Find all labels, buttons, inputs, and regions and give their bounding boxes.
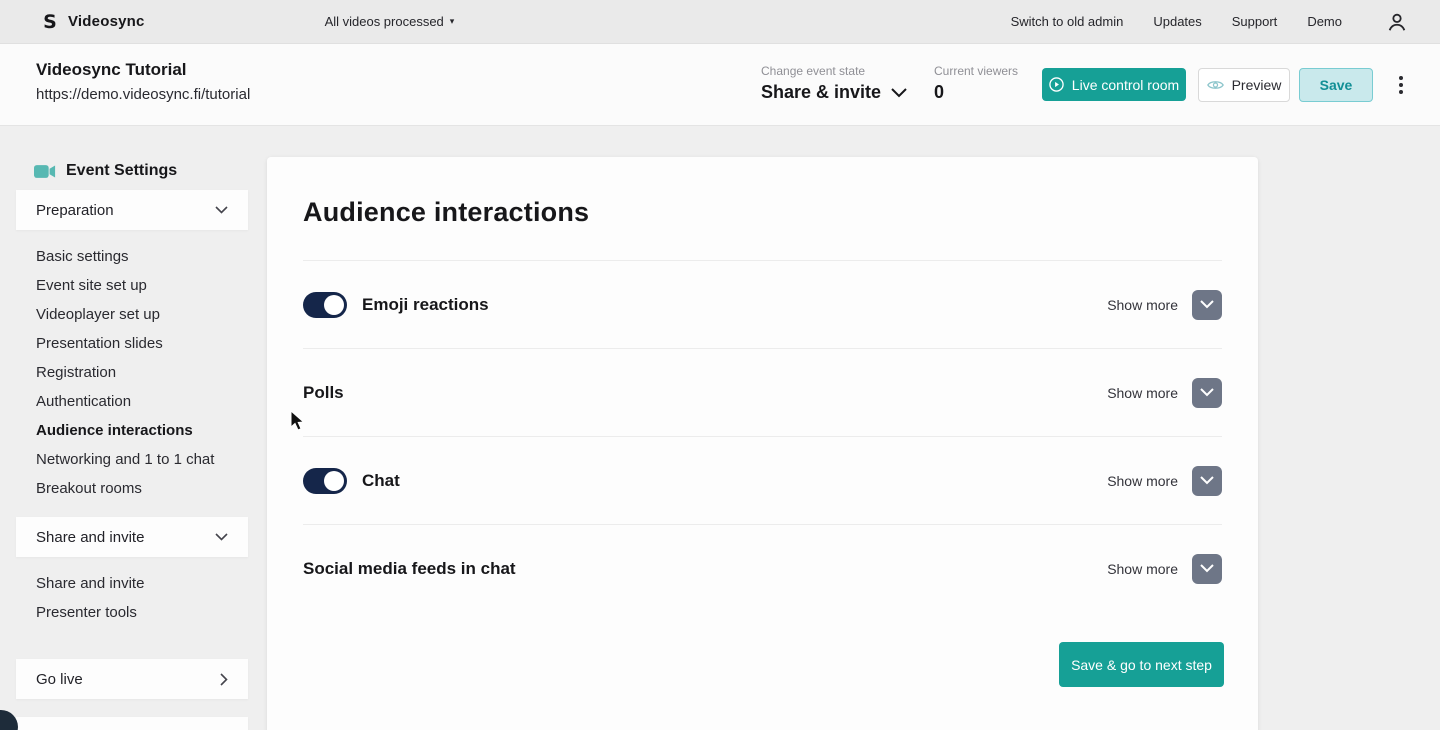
brand-logo-icon: S (43, 12, 57, 32)
svg-text:S: S (43, 12, 57, 32)
row-emoji-reactions: Emoji reactions Show more (303, 260, 1222, 348)
chat-toggle[interactable] (303, 467, 347, 494)
row-label: Polls (303, 382, 344, 402)
save-button-label: Save (1319, 77, 1353, 93)
show-more-link[interactable]: Show more (1107, 385, 1178, 401)
sidebar-item-videoplayer-set-up[interactable]: Videoplayer set up (16, 300, 248, 329)
sidebar-item-audience-interactions[interactable]: Audience interactions (16, 416, 248, 445)
page-title: Videosync Tutorial (36, 60, 187, 79)
preview-button[interactable]: Preview (1198, 68, 1290, 102)
expand-button[interactable] (1192, 377, 1222, 408)
save-and-next-step-button[interactable]: Save & go to next step (1059, 642, 1224, 687)
link-support[interactable]: Support (1232, 14, 1278, 29)
event-title-block: Videosync Tutorial https://demo.videosyn… (36, 60, 250, 103)
current-viewers-block: Current viewers 0 (934, 64, 1018, 103)
eye-icon (1206, 81, 1224, 89)
viewers-label: Current viewers (934, 64, 1019, 78)
section-label: Preparation (36, 201, 114, 219)
account-button[interactable] (1386, 11, 1408, 33)
panel-title: Audience interactions (303, 197, 590, 227)
user-icon (1388, 13, 1406, 31)
chevron-down-icon (891, 87, 907, 97)
event-url[interactable]: https://demo.videosync.fi/tutorial (36, 86, 250, 103)
section-label: Go live (36, 670, 83, 688)
emoji-reactions-toggle[interactable] (303, 291, 347, 318)
feature-rows: Emoji reactions Show more Polls Show mor… (303, 260, 1222, 612)
video-camera-icon (34, 164, 56, 178)
show-more-link[interactable]: Show more (1107, 473, 1178, 489)
expand-button[interactable] (1192, 465, 1222, 496)
videos-processed-label: All videos processed (324, 14, 444, 29)
topbar: S Videosync All videos processed ▾ Switc… (0, 0, 1440, 44)
sidebar-section-edit[interactable]: Edit (16, 717, 248, 730)
more-options-kebab-icon[interactable] (1391, 68, 1411, 102)
chevron-down-icon (215, 206, 228, 214)
sidebar-item-breakout-rooms[interactable]: Breakout rooms (16, 474, 248, 503)
sidebar-title: Event Settings (16, 150, 248, 190)
expand-button[interactable] (1192, 289, 1222, 320)
event-state-block: Change event state Share & invite (761, 64, 907, 103)
share-invite-items: Share and invite Presenter tools (16, 557, 248, 641)
sidebar-item-basic-settings[interactable]: Basic settings (16, 242, 248, 271)
row-chat: Chat Show more (303, 436, 1222, 524)
sidebar-section-preparation[interactable]: Preparation (16, 190, 248, 230)
chevron-down-icon (1200, 476, 1214, 485)
save-button[interactable]: Save (1299, 68, 1373, 102)
sidebar-title-label: Event Settings (66, 162, 178, 179)
sidebar-item-presenter-tools[interactable]: Presenter tools (16, 598, 248, 627)
section-label: Share and invite (36, 528, 145, 546)
topbar-links: Switch to old admin Updates Support Demo (1011, 11, 1408, 33)
chevron-down-icon (1200, 300, 1214, 309)
sidebar-item-event-site-set-up[interactable]: Event site set up (16, 271, 248, 300)
live-control-room-button[interactable]: Live control room (1042, 68, 1186, 101)
toggle-knob (324, 470, 344, 491)
chevron-down-icon (1200, 388, 1214, 397)
sidebar-item-authentication[interactable]: Authentication (16, 387, 248, 416)
play-circle-icon (1049, 77, 1064, 92)
row-label: Chat (362, 470, 400, 490)
event-state-label: Change event state (761, 64, 866, 78)
event-state-dropdown[interactable]: Share & invite (761, 82, 907, 103)
sidebar-item-networking-1to1-chat[interactable]: Networking and 1 to 1 chat (16, 445, 248, 474)
caret-down-icon: ▾ (449, 16, 455, 26)
link-updates[interactable]: Updates (1153, 14, 1201, 29)
chevron-down-icon (215, 533, 228, 541)
event-header: Videosync Tutorial https://demo.videosyn… (0, 44, 1440, 126)
chevron-down-icon (1200, 564, 1214, 573)
event-state-value: Share & invite (761, 82, 882, 102)
show-more-link[interactable]: Show more (1107, 561, 1178, 577)
panel-header: Audience interactions (267, 157, 1258, 260)
sidebar-item-registration[interactable]: Registration (16, 358, 248, 387)
audience-interactions-panel: Audience interactions Emoji reactions Sh… (267, 157, 1258, 730)
live-button-label: Live control room (1071, 76, 1180, 93)
toggle-knob (324, 294, 344, 315)
row-label: Emoji reactions (362, 294, 489, 314)
show-more-link[interactable]: Show more (1107, 297, 1178, 313)
row-label: Social media feeds in chat (303, 558, 516, 578)
link-demo[interactable]: Demo (1307, 14, 1342, 29)
brand-name: Videosync (68, 13, 145, 30)
videos-processed-dropdown[interactable]: All videos processed ▾ (325, 14, 455, 29)
link-switch-old-admin[interactable]: Switch to old admin (1011, 14, 1124, 29)
sidebar: Event Settings Preparation Basic setting… (16, 150, 248, 730)
save-next-label: Save & go to next step (1071, 656, 1212, 673)
panel-footer: Save & go to next step (267, 642, 1224, 687)
preview-button-label: Preview (1231, 77, 1282, 93)
sidebar-section-go-live[interactable]: Go live (16, 659, 248, 699)
preparation-items: Basic settings Event site set up Videopl… (16, 230, 248, 517)
row-social-media-feeds: Social media feeds in chat Show more (303, 524, 1222, 612)
brand[interactable]: S Videosync (40, 12, 145, 32)
sidebar-item-share-and-invite[interactable]: Share and invite (16, 569, 248, 598)
viewers-count: 0 (934, 82, 945, 102)
expand-button[interactable] (1192, 553, 1222, 584)
sidebar-item-presentation-slides[interactable]: Presentation slides (16, 329, 248, 358)
chevron-right-icon (220, 672, 228, 686)
row-polls: Polls Show more (303, 348, 1222, 436)
sidebar-section-share-and-invite[interactable]: Share and invite (16, 517, 248, 557)
